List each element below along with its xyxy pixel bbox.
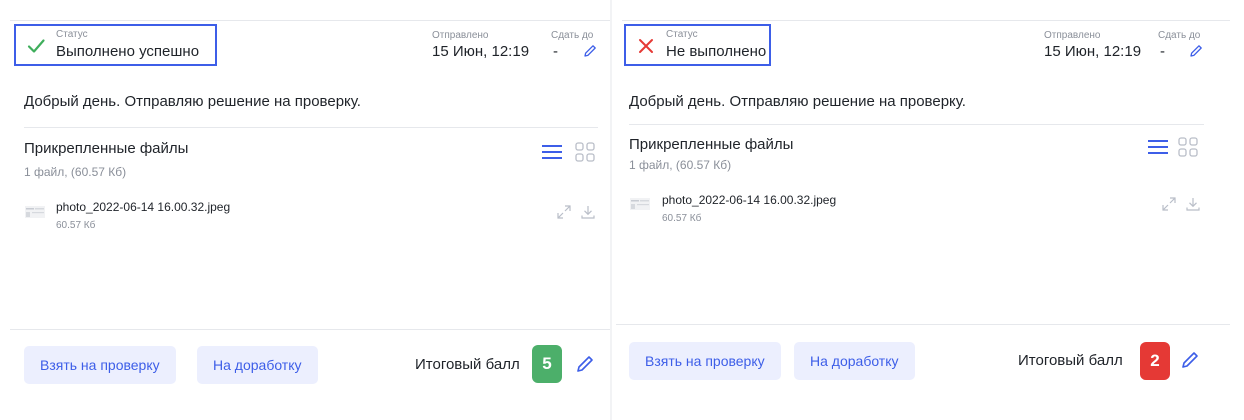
pencil-icon[interactable] — [582, 43, 598, 59]
list-view-icon[interactable] — [1147, 136, 1169, 158]
score-badge: 2 — [1140, 342, 1170, 380]
footer-divider — [10, 329, 610, 330]
expand-icon[interactable] — [1161, 196, 1177, 212]
final-score-label: Итоговый балл — [1018, 352, 1123, 369]
take-for-review-button[interactable]: Взять на проверку — [629, 342, 781, 380]
file-name[interactable]: photo_2022-06-14 16.00.32.jpeg — [56, 200, 230, 214]
file-thumbnail-icon — [25, 206, 45, 218]
file-name[interactable]: photo_2022-06-14 16.00.32.jpeg — [662, 193, 836, 207]
grid-view-icon[interactable] — [1177, 136, 1199, 158]
deadline-caption: Сдать до — [551, 30, 594, 41]
message-divider — [24, 127, 598, 128]
status-value: Выполнено успешно — [56, 43, 200, 60]
status-caption: Статус — [56, 29, 88, 40]
list-view-icon[interactable] — [541, 141, 563, 163]
edit-score-pencil-icon[interactable] — [1179, 349, 1201, 371]
submission-message: Добрый день. Отправляю решение на провер… — [24, 93, 361, 110]
grid-view-icon[interactable] — [574, 141, 596, 163]
score-badge: 5 — [532, 345, 562, 383]
status-box: Статус Выполнено успешно — [14, 24, 217, 66]
deadline-value: - — [553, 43, 558, 60]
download-icon[interactable] — [1185, 196, 1201, 212]
edit-score-pencil-icon[interactable] — [574, 353, 596, 375]
deadline-value: - — [1160, 43, 1165, 60]
status-value: Не выполнено — [666, 43, 767, 60]
take-for-review-button[interactable]: Взять на проверку — [24, 346, 176, 384]
final-score-label: Итоговый балл — [415, 356, 520, 373]
file-thumbnail-icon — [630, 198, 650, 210]
sent-value: 15 Июн, 12:19 — [432, 43, 530, 60]
submission-card-failed: Статус Не выполнено Отправлено 15 Июн, 1… — [612, 0, 1244, 420]
expand-icon[interactable] — [556, 204, 572, 220]
download-icon[interactable] — [580, 204, 596, 220]
attached-files-title: Прикрепленные файлы — [24, 140, 189, 157]
footer-divider — [616, 324, 1230, 325]
submission-message: Добрый день. Отправляю решение на провер… — [629, 93, 966, 110]
sent-caption: Отправлено — [432, 30, 489, 41]
send-for-rework-button[interactable]: На доработку — [197, 346, 318, 384]
sent-value: 15 Июн, 12:19 — [1044, 43, 1142, 60]
pencil-icon[interactable] — [1188, 43, 1204, 59]
files-summary: 1 файл, (60.57 Кб) — [629, 158, 732, 172]
file-size: 60.57 Кб — [56, 220, 96, 231]
status-caption: Статус — [666, 29, 698, 40]
top-divider — [622, 20, 1230, 21]
send-for-rework-button[interactable]: На доработку — [794, 342, 915, 380]
deadline-caption: Сдать до — [1158, 30, 1201, 41]
attached-files-title: Прикрепленные файлы — [629, 136, 794, 153]
files-summary: 1 файл, (60.57 Кб) — [24, 165, 127, 179]
file-size: 60.57 Кб — [662, 213, 702, 224]
cross-icon — [639, 39, 653, 53]
status-box: Статус Не выполнено — [624, 24, 771, 66]
check-icon — [27, 39, 45, 53]
message-divider — [629, 124, 1204, 125]
submission-card-success: Статус Выполнено успешно Отправлено 15 И… — [0, 0, 610, 420]
top-divider — [10, 20, 610, 21]
sent-caption: Отправлено — [1044, 30, 1101, 41]
